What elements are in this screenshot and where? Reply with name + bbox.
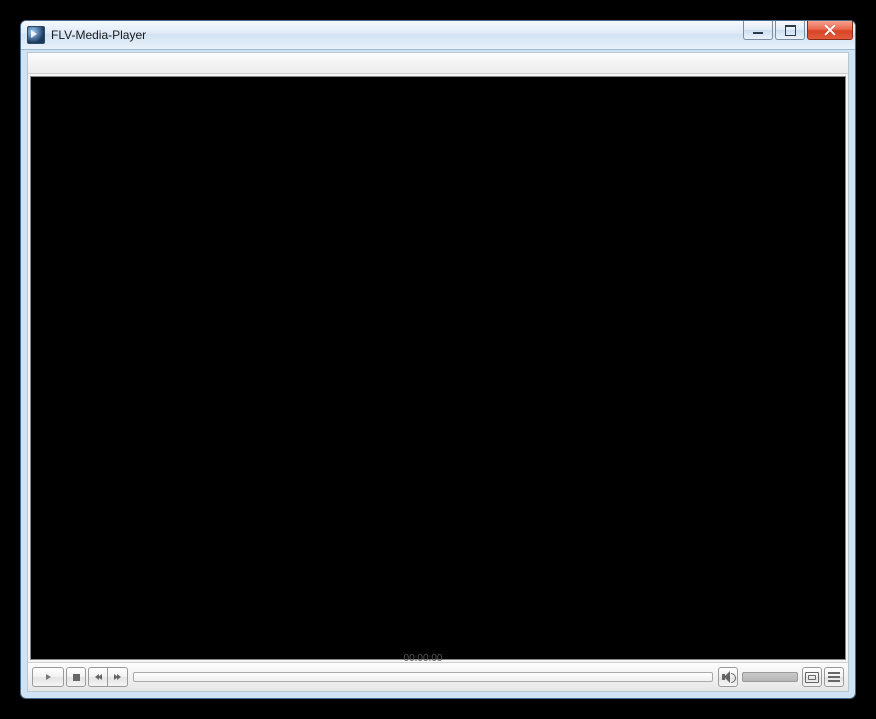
window-title: FLV-Media-Player: [51, 28, 741, 42]
close-icon: [824, 24, 836, 36]
previous-icon: [95, 674, 102, 680]
playlist-button[interactable]: [824, 667, 844, 687]
time-display: 00:00:00: [133, 653, 713, 664]
next-icon: [114, 674, 121, 680]
playback-controls: 00:00:00: [28, 662, 848, 691]
app-icon: [27, 26, 45, 44]
volume-slider[interactable]: [742, 672, 798, 682]
minimize-icon: [753, 32, 763, 34]
next-button[interactable]: [108, 667, 128, 687]
play-button[interactable]: [32, 667, 64, 687]
client-area: 00:00:00: [27, 52, 849, 692]
fullscreen-icon: [805, 672, 819, 683]
previous-button[interactable]: [88, 667, 108, 687]
fullscreen-button[interactable]: [802, 667, 822, 687]
menubar[interactable]: [28, 53, 848, 74]
window-controls: [741, 21, 855, 49]
video-canvas[interactable]: [30, 76, 846, 660]
speaker-icon: [722, 671, 734, 683]
app-window: FLV-Media-Player: [20, 20, 856, 699]
seek-bar[interactable]: 00:00:00: [133, 667, 713, 687]
stop-icon: [73, 674, 80, 681]
close-button[interactable]: [807, 21, 853, 40]
mute-button[interactable]: [718, 667, 738, 687]
seek-step-group: [88, 667, 128, 687]
titlebar[interactable]: FLV-Media-Player: [21, 21, 855, 50]
minimize-button[interactable]: [743, 21, 773, 40]
stop-button[interactable]: [66, 667, 86, 687]
maximize-button[interactable]: [775, 21, 805, 40]
maximize-icon: [785, 25, 796, 36]
play-icon: [46, 674, 51, 680]
seek-track[interactable]: [133, 672, 713, 682]
playlist-icon: [828, 672, 840, 682]
